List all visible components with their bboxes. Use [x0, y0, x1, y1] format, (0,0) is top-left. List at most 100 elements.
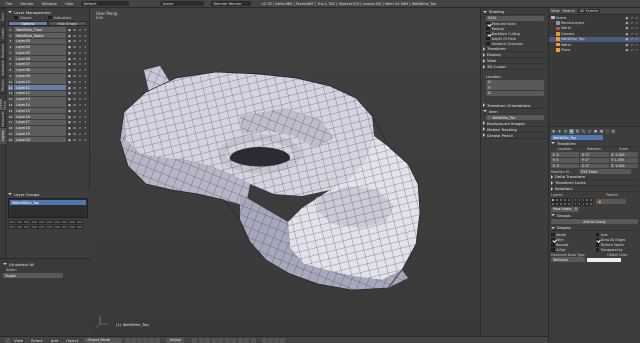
- layer-name-field[interactable]: Layer12: [14, 90, 67, 96]
- interaction-mode-dropdown[interactable]: Object Mode: [84, 337, 123, 343]
- wire-icon[interactable]: ◇: [78, 103, 82, 107]
- eye-icon[interactable]: ◉: [626, 16, 629, 20]
- item-name-field[interactable]: ▽ WetWilhe_Top: [486, 115, 544, 121]
- wire-icon[interactable]: ◇: [78, 34, 82, 38]
- eye-icon[interactable]: ◉: [67, 86, 71, 90]
- shading-header[interactable]: Shading: [483, 9, 546, 15]
- cursor-icon[interactable]: ↗: [630, 32, 633, 36]
- eye-icon[interactable]: ◉: [626, 21, 629, 25]
- rotate-icon[interactable]: [148, 337, 154, 343]
- camera-icon[interactable]: ▭: [635, 37, 638, 41]
- physics-tab-icon[interactable]: ◐: [611, 128, 616, 134]
- lock-icon[interactable]: ⊡: [73, 68, 77, 72]
- select-icon[interactable]: ↗: [83, 138, 87, 142]
- eye-icon[interactable]: ◉: [67, 138, 71, 142]
- display-option[interactable]: Name: [551, 232, 594, 237]
- cursor-icon[interactable]: ↗: [630, 48, 633, 52]
- lock-icon[interactable]: ⊡: [73, 109, 77, 113]
- indicators-checkbox[interactable]: [48, 15, 52, 20]
- collapsed-panel-header[interactable]: Grease Pencil: [483, 133, 546, 139]
- action-dropdown[interactable]: Toggle: [3, 273, 63, 278]
- max-draw-type-dropdown[interactable]: Textured: [551, 257, 585, 263]
- layer-row[interactable]: 16 Layer16 ◉ ⊡ ◇ ↗: [8, 114, 87, 120]
- transform-value-field[interactable]: Z: 0°: [580, 163, 609, 169]
- camera-icon[interactable]: ▭: [635, 48, 638, 52]
- scene-tab-icon[interactable]: ◈: [557, 128, 562, 134]
- transform-header[interactable]: Transform: [551, 141, 638, 147]
- select-icon[interactable]: ↗: [83, 115, 87, 119]
- display-option-checkbox[interactable]: [551, 238, 555, 242]
- camera-icon[interactable]: ▭: [635, 16, 638, 20]
- transform-value-field[interactable]: Z: 0: [551, 163, 580, 169]
- outliner-display-mode[interactable]: All Scenes: [577, 9, 601, 13]
- select-icon[interactable]: ↗: [83, 120, 87, 124]
- 3d-viewport[interactable]: [90, 8, 480, 336]
- layer-name-field[interactable]: Layer03: [14, 38, 67, 44]
- outliner-search-menu[interactable]: Search: [563, 9, 575, 13]
- wire-icon[interactable]: ◇: [78, 62, 82, 66]
- layer-row[interactable]: 11 Layer11 ◉ ⊡ ◇ ↗: [8, 85, 87, 91]
- texture-tab-icon[interactable]: ▦: [599, 128, 604, 134]
- lock-icon[interactable]: ⊡: [73, 57, 77, 61]
- display-option-checkbox[interactable]: [551, 248, 555, 252]
- transform-value-field[interactable]: X: 0°: [580, 152, 609, 157]
- eye-icon[interactable]: ◉: [67, 57, 71, 61]
- wire-icon[interactable]: ◇: [78, 138, 82, 142]
- parent-field[interactable]: ▣: [596, 199, 627, 205]
- visibility-icons[interactable]: ◉ ↗ ▭: [626, 32, 638, 36]
- layer-group-item[interactable]: WaterWilhe_Top: [10, 200, 86, 205]
- outliner-item-name[interactable]: World: [561, 26, 571, 30]
- eye-icon[interactable]: ◉: [67, 91, 71, 95]
- cursor-x-field[interactable]: X:: [486, 79, 544, 85]
- eye-icon[interactable]: ◉: [626, 43, 629, 47]
- cursor-icon[interactable]: ↗: [630, 43, 633, 47]
- display-option[interactable]: Bounds: [551, 243, 594, 248]
- visibility-icons[interactable]: ◉ ↗ ▭: [626, 37, 638, 41]
- eye-icon[interactable]: ◉: [67, 28, 71, 32]
- lock-icon[interactable]: ⊡: [73, 62, 77, 66]
- outliner-item-name[interactable]: Camera: [561, 32, 574, 36]
- operator-header[interactable]: (Un)select All: [3, 261, 87, 267]
- transform-value-field[interactable]: Y: 0: [551, 157, 580, 163]
- display-option-checkbox[interactable]: [595, 243, 600, 247]
- pivot-icon[interactable]: [130, 337, 136, 343]
- cursor-icon[interactable]: ↗: [630, 26, 633, 30]
- shading-option-checkbox[interactable]: [486, 21, 490, 26]
- eye-icon[interactable]: ◉: [626, 37, 629, 41]
- select-icon[interactable]: ↗: [83, 34, 87, 38]
- display-option-checkbox[interactable]: [595, 232, 600, 237]
- layer-name-field[interactable]: Layer19: [14, 131, 67, 137]
- wire-icon[interactable]: ◇: [78, 126, 82, 130]
- transform-value-field[interactable]: X: 0: [551, 152, 580, 157]
- select-icon[interactable]: ↗: [83, 28, 87, 32]
- eye-icon[interactable]: ◉: [67, 62, 71, 66]
- cursor-z-field[interactable]: Z:: [486, 90, 544, 96]
- select-icon[interactable]: ↗: [83, 39, 87, 43]
- layer-name-field[interactable]: Layer15: [14, 108, 67, 114]
- eye-icon[interactable]: ◉: [67, 34, 71, 38]
- select-icon[interactable]: ↗: [83, 74, 87, 78]
- eye-icon[interactable]: ◉: [67, 68, 71, 72]
- transform-value-field[interactable]: X: 1.000: [609, 152, 638, 157]
- lock-icon[interactable]: ⊡: [73, 74, 77, 78]
- layer-row[interactable]: 17 Layer17 ◉ ⊡ ◇ ↗: [8, 119, 87, 126]
- select-icon[interactable]: ↗: [83, 97, 87, 101]
- layer-name-field[interactable]: Layer13: [14, 96, 67, 102]
- eye-icon[interactable]: ◉: [67, 39, 71, 43]
- wire-icon[interactable]: ◇: [78, 120, 82, 124]
- outliner-item-name[interactable]: RenderLayers: [561, 21, 584, 25]
- layer-row[interactable]: 19 Layer19 ◉ ⊡ ◇ ↗: [8, 131, 87, 137]
- rotation-mode-dropdown[interactable]: XYZ Euler: [579, 169, 631, 175]
- add-to-group-button[interactable]: Add to Group: [551, 219, 638, 225]
- layer-group-layer-grid[interactable]: [8, 220, 88, 229]
- object-name-field[interactable]: WetWilhe_Top: [551, 135, 603, 140]
- display-option[interactable]: Draw All Edges: [595, 238, 639, 243]
- menu-help[interactable]: Help: [61, 1, 78, 6]
- lock-icon[interactable]: ⊡: [73, 51, 77, 55]
- camera-icon[interactable]: ▭: [635, 26, 638, 30]
- lock-icon[interactable]: ⊡: [73, 28, 77, 32]
- groups-header[interactable]: Groups: [551, 213, 638, 219]
- select-icon[interactable]: ↗: [83, 86, 87, 90]
- menu-add[interactable]: Add: [47, 338, 62, 343]
- select-icon[interactable]: ↗: [83, 68, 87, 72]
